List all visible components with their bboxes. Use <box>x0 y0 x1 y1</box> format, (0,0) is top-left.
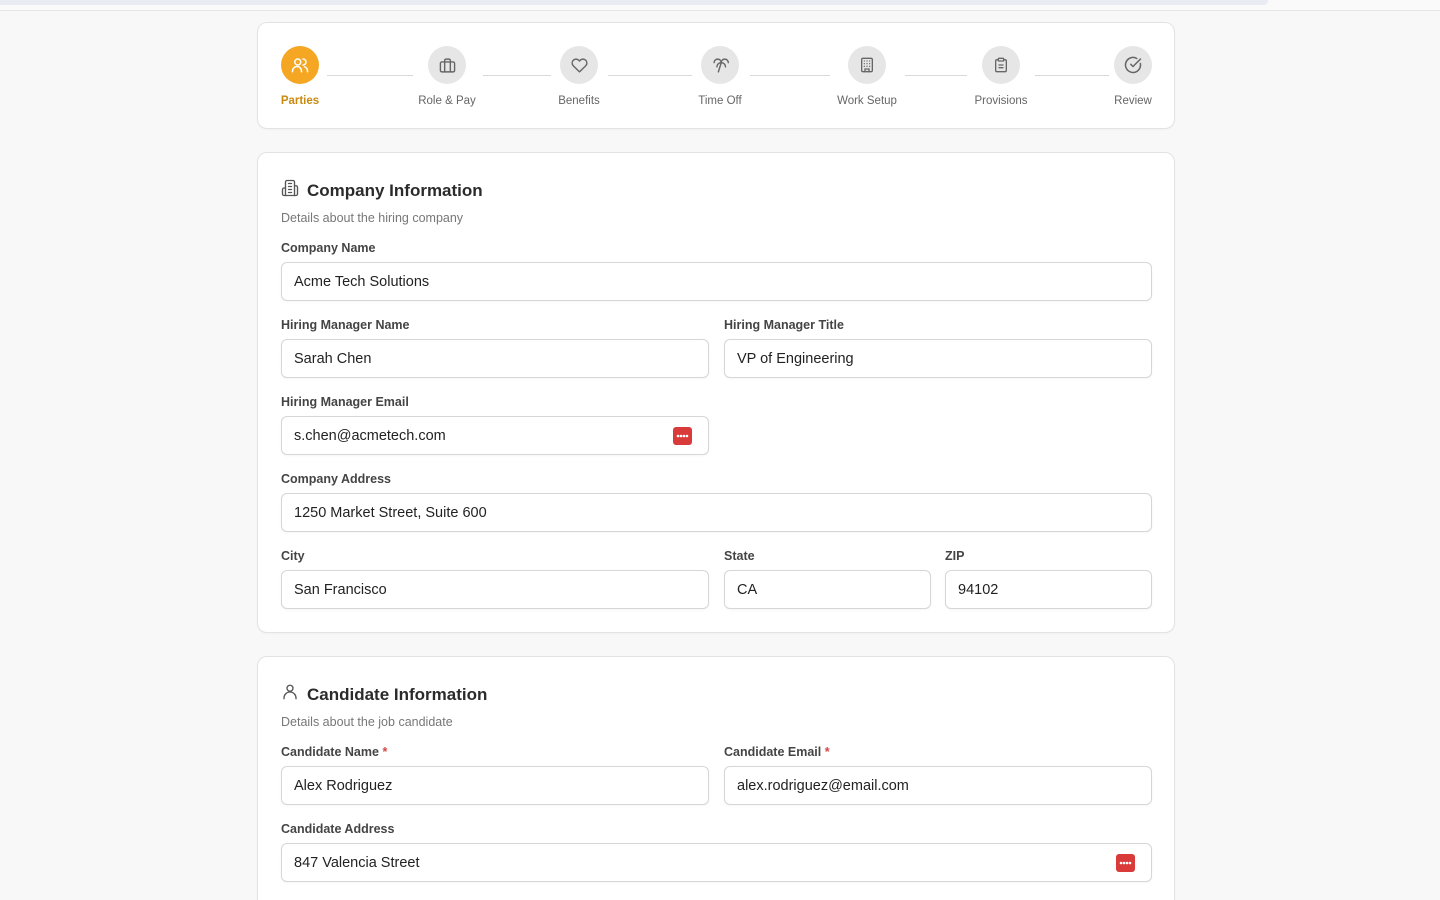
candidate-section-subtitle: Details about the job candidate <box>281 715 453 729</box>
hiring-manager-title-input[interactable]: VP of Engineering <box>724 339 1152 378</box>
company-address-field: Company Address 1250 Market Street, Suit… <box>281 472 1152 532</box>
input-value: 1250 Market Street, Suite 600 <box>294 504 487 521</box>
candidate-email-input[interactable]: alex.rodriguez@email.com <box>724 766 1152 805</box>
city-input[interactable]: San Francisco <box>281 570 709 609</box>
candidate-email-field: Candidate Email * alex.rodriguez@email.c… <box>724 745 1152 805</box>
label-text: Candidate Email <box>724 745 822 759</box>
user-icon <box>281 683 299 706</box>
section-title: Company Information <box>281 179 483 202</box>
city-field: City San Francisco <box>281 549 709 609</box>
hiring-manager-email-input[interactable]: s.chen@acmetech.com <box>281 416 709 455</box>
candidate-section-title: Candidate Information <box>307 684 488 704</box>
input-value: alex.rodriguez@email.com <box>737 777 909 794</box>
palm-tree-icon <box>701 46 739 84</box>
company-name-input[interactable]: Acme Tech Solutions <box>281 262 1152 301</box>
horizontal-scroll-indicator[interactable] <box>0 0 1268 5</box>
field-label: Candidate Email * <box>724 745 1152 759</box>
field-label: Candidate Name * <box>281 745 709 759</box>
candidate-address-field: Candidate Address 847 Valencia Street <box>281 822 1152 882</box>
field-label: City <box>281 549 305 563</box>
input-value: 847 Valencia Street <box>294 854 420 871</box>
input-value: San Francisco <box>294 581 387 598</box>
input-value: s.chen@acmetech.com <box>294 427 446 444</box>
briefcase-icon <box>428 46 466 84</box>
candidate-information-card: Candidate Information Details about the … <box>257 656 1175 900</box>
field-label: Hiring Manager Name <box>281 318 410 332</box>
step-label: Parties <box>280 95 320 107</box>
field-label: Company Name <box>281 241 376 255</box>
input-value: CA <box>737 581 758 598</box>
company-section-subtitle: Details about the hiring company <box>281 211 464 225</box>
step-label: Benefits <box>558 95 600 107</box>
building-icon <box>848 46 886 84</box>
input-value: Alex Rodriguez <box>294 777 393 794</box>
field-label: ZIP <box>945 549 965 563</box>
input-value: Sarah Chen <box>294 350 372 367</box>
check-circle-icon <box>1114 46 1152 84</box>
section-title: Candidate Information <box>281 683 487 706</box>
company-section-title: Company Information <box>307 180 483 200</box>
state-field: State CA <box>724 549 931 609</box>
candidate-section-header: Candidate Information Details about the … <box>281 683 487 730</box>
field-label: Hiring Manager Email <box>281 395 409 409</box>
clipboard-icon <box>982 46 1020 84</box>
input-value: Acme Tech Solutions <box>294 273 430 290</box>
users-icon <box>281 46 319 84</box>
company-address-input[interactable]: 1250 Market Street, Suite 600 <box>281 493 1152 532</box>
input-value: 94102 <box>958 581 999 598</box>
field-label: State <box>724 549 755 563</box>
company-name-field: Company Name Acme Tech Solutions <box>281 241 1152 301</box>
step-label: Role & Pay <box>418 95 476 107</box>
zip-field: ZIP 94102 <box>945 549 1152 609</box>
field-label: Candidate Address <box>281 822 395 836</box>
hiring-manager-email-field: Hiring Manager Email s.chen@acmetech.com <box>281 395 709 455</box>
step-label: Time Off <box>698 95 742 107</box>
required-mark: * <box>824 745 830 759</box>
step-time-off[interactable]: Time Off <box>675 46 765 107</box>
password-manager-icon[interactable] <box>1116 854 1135 872</box>
step-parties[interactable]: Parties <box>255 46 345 107</box>
heart-icon <box>560 46 598 84</box>
step-label: Work Setup <box>837 95 897 107</box>
step-label: Review <box>1114 95 1152 107</box>
label-text: Candidate Name <box>281 745 379 759</box>
candidate-name-field: Candidate Name * Alex Rodriguez <box>281 745 709 805</box>
state-input[interactable]: CA <box>724 570 931 609</box>
building-icon <box>281 179 299 202</box>
candidate-name-input[interactable]: Alex Rodriguez <box>281 766 709 805</box>
candidate-address-input[interactable]: 847 Valencia Street <box>281 843 1152 882</box>
hiring-manager-name-field: Hiring Manager Name Sarah Chen <box>281 318 709 378</box>
company-information-card: Company Information Details about the hi… <box>257 152 1175 633</box>
progress-stepper: Parties Role & Pay Benefits Time Off Wor… <box>257 22 1175 129</box>
step-role-pay[interactable]: Role & Pay <box>402 46 492 107</box>
browser-top-strip <box>0 0 1440 11</box>
step-label: Provisions <box>974 95 1028 107</box>
input-value: VP of Engineering <box>737 350 854 367</box>
step-benefits[interactable]: Benefits <box>534 46 624 107</box>
hiring-manager-name-input[interactable]: Sarah Chen <box>281 339 709 378</box>
company-section-header: Company Information Details about the hi… <box>281 179 483 225</box>
step-review[interactable]: Review <box>1088 46 1178 107</box>
zip-input[interactable]: 94102 <box>945 570 1152 609</box>
required-mark: * <box>382 745 388 759</box>
password-manager-icon[interactable] <box>673 427 692 445</box>
field-label: Company Address <box>281 472 391 486</box>
hiring-manager-title-field: Hiring Manager Title VP of Engineering <box>724 318 1152 378</box>
step-provisions[interactable]: Provisions <box>956 46 1046 107</box>
field-label: Hiring Manager Title <box>724 318 844 332</box>
step-work-setup[interactable]: Work Setup <box>822 46 912 107</box>
